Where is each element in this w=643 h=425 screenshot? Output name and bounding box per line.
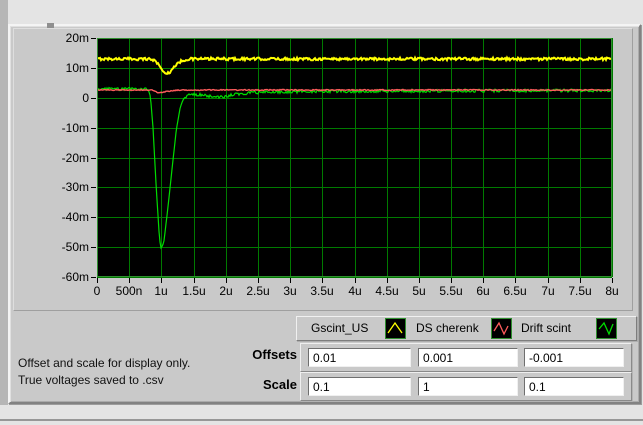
- legend-item-drift-scint[interactable]: Drift scint: [521, 321, 571, 335]
- scale-cluster: [300, 372, 632, 401]
- y-axis-tick-label: -20m: [49, 151, 89, 165]
- labview-front-panel: { "window": { "panel_bg": "#c9c9c9", "ou…: [0, 0, 643, 425]
- plot-area: [97, 38, 612, 277]
- y-axis-tick-label: -40m: [49, 210, 89, 224]
- window-bottom-edge: [0, 419, 643, 421]
- red-waveform-icon[interactable]: [491, 318, 512, 339]
- legend-item-gscint-us[interactable]: Gscint_US: [311, 321, 368, 335]
- offsets-label: Offsets: [200, 347, 297, 362]
- y-axis-tick-label: -30m: [49, 180, 89, 194]
- scale-label: Scale: [200, 377, 297, 392]
- y-axis-tick-label: -10m: [49, 121, 89, 135]
- y-axis-tick-label: 10m: [49, 61, 89, 75]
- offsets-field-3[interactable]: [524, 348, 624, 367]
- display-note-line1: Offset and scale for display only.: [18, 356, 190, 370]
- legend-item-ds-cherenk[interactable]: DS cherenk: [416, 321, 479, 335]
- y-axis-tick-label: -50m: [49, 240, 89, 254]
- plot-legend: Gscint_US DS cherenk Drift scint: [296, 316, 637, 341]
- x-axis-tick-label: 8u: [590, 284, 634, 298]
- offsets-cluster: [300, 343, 632, 372]
- green-waveform-icon[interactable]: [596, 318, 617, 339]
- yellow-waveform-icon[interactable]: [385, 318, 406, 339]
- scale-field-3[interactable]: [524, 377, 624, 396]
- waveform-graph: [0, 0, 643, 314]
- y-axis-tick-label: -60m: [49, 270, 89, 284]
- y-axis-tick-label: 0: [49, 91, 89, 105]
- offsets-field-2[interactable]: [418, 348, 518, 367]
- scale-field-2[interactable]: [418, 377, 518, 396]
- offsets-field-1[interactable]: [308, 348, 411, 367]
- y-axis-tick-label: 20m: [49, 31, 89, 45]
- scale-field-1[interactable]: [308, 377, 411, 396]
- display-note-line2: True voltages saved to .csv: [18, 373, 164, 387]
